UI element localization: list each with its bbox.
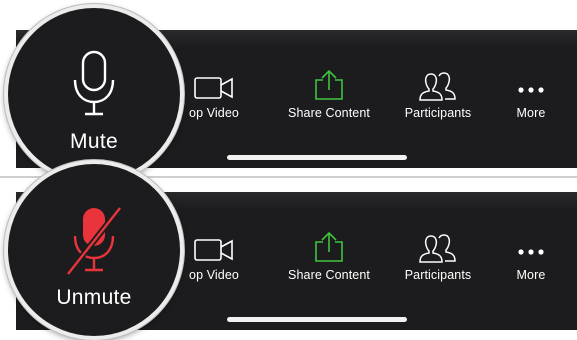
unmute-button[interactable]: Unmute <box>4 160 184 340</box>
stop-video-button[interactable]: op Video <box>179 30 249 168</box>
share-upload-icon <box>312 218 346 264</box>
participants-icon <box>417 56 459 102</box>
stop-video-button[interactable]: op Video <box>179 192 249 330</box>
share-upload-icon <box>312 56 346 102</box>
participants-icon <box>417 218 459 264</box>
more-button[interactable]: More <box>506 192 556 330</box>
stop-video-label: op Video <box>189 106 239 120</box>
microphone-muted-icon <box>64 206 124 278</box>
home-indicator <box>227 155 407 160</box>
participants-button[interactable]: Participants <box>388 192 488 330</box>
stop-video-label: op Video <box>189 268 239 282</box>
participants-button[interactable]: Participants <box>388 30 488 168</box>
share-content-button[interactable]: Share Content <box>274 30 384 168</box>
video-camera-icon <box>193 218 235 264</box>
home-indicator <box>227 317 407 322</box>
participants-label: Participants <box>404 106 472 120</box>
mute-label: Mute <box>70 130 118 153</box>
share-content-label: Share Content <box>288 268 370 282</box>
more-label: More <box>516 268 546 282</box>
share-content-button[interactable]: Share Content <box>274 192 384 330</box>
participants-label: Participants <box>404 268 472 282</box>
microphone-icon <box>70 50 118 122</box>
more-label: More <box>516 106 546 120</box>
video-camera-icon <box>193 56 235 102</box>
mute-button[interactable]: Mute <box>4 4 184 184</box>
more-dots-icon <box>516 56 546 102</box>
unmute-label: Unmute <box>56 286 132 309</box>
more-button[interactable]: More <box>506 30 556 168</box>
share-content-label: Share Content <box>288 106 370 120</box>
more-dots-icon <box>516 218 546 264</box>
